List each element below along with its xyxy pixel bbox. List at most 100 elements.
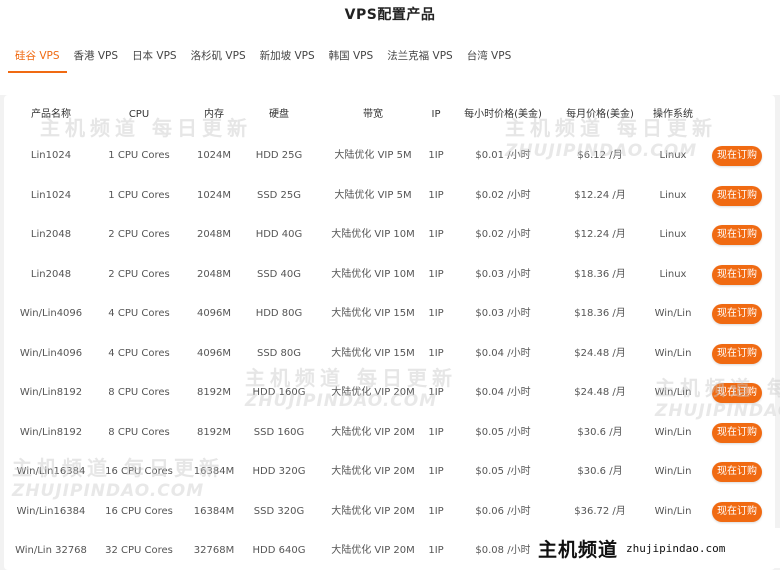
disk-cell: SSD 160G	[253, 426, 305, 438]
product-name-cell: Win/Lin16384	[16, 505, 86, 517]
column-header: 带宽	[363, 109, 383, 120]
order-now-button[interactable]: 现在订购	[712, 264, 762, 285]
column-header: 硬盘	[269, 109, 289, 120]
disk-cell: HDD 160G	[252, 387, 306, 398]
monthly-price-cell: $18.36 /月	[574, 308, 626, 319]
order-now-button[interactable]: 现在订购	[712, 501, 762, 522]
disk-cell: HDD 640G	[252, 545, 306, 556]
os-cell: Win/Lin	[654, 347, 692, 359]
os-cell: Win/Lin	[654, 387, 692, 398]
os-cell: Linux	[659, 229, 687, 240]
os-cell: Linux	[659, 189, 687, 201]
bandwidth-cell: 大陆优化 VIP 20M	[331, 426, 415, 438]
bandwidth-cell: 大陆优化 VIP 15M	[331, 347, 415, 359]
cpu-cell: 1 CPU Cores	[108, 189, 170, 201]
disk-cell: HDD 320G	[252, 466, 306, 477]
ip-cell: 1IP	[428, 505, 444, 517]
os-cell: Win/Lin	[654, 426, 692, 438]
monthly-price-cell: $24.48 /月	[574, 387, 626, 398]
table-row: Win/Lin4096 4 CPU Cores 4096M HDD 80G 大陆优化 V…	[4, 304, 775, 324]
bandwidth-cell: 大陆优化 VIP 5M	[334, 150, 412, 161]
table-row: Lin1024 1 CPU Cores 1024M HDD 25G 大陆优化 VIP 5…	[4, 146, 775, 166]
bandwidth-cell: 大陆优化 VIP 20M	[331, 466, 415, 477]
ip-cell: 1IP	[428, 189, 444, 201]
ram-cell: 2048M	[196, 229, 232, 240]
table-row: Win/Lin16384 16 CPU Cores 16384M HDD 320G 大陆…	[4, 462, 775, 482]
table-row: Win/Lin4096 4 CPU Cores 4096M SSD 80G 大陆优化 V…	[4, 343, 775, 364]
ip-cell: 1IP	[428, 347, 444, 359]
product-name-cell: Win/Lin8192	[19, 426, 83, 438]
product-name-cell: Win/Lin4096	[19, 347, 83, 359]
ip-cell: 1IP	[428, 308, 444, 319]
hourly-price-cell: $0.03 /小时	[475, 308, 531, 319]
tab-region[interactable]: 法兰克福 VPS	[380, 46, 460, 73]
tab-region[interactable]: 硅谷 VPS	[8, 46, 67, 73]
disk-cell: HDD 40G	[255, 229, 303, 240]
monthly-price-cell: $18.36 /月	[574, 268, 626, 280]
os-cell: Linux	[659, 268, 687, 280]
monthly-price-cell: $24.48 /月	[574, 347, 626, 359]
order-now-button[interactable]: 现在订购	[712, 462, 762, 482]
tab-region[interactable]: 日本 VPS	[125, 46, 184, 73]
table-row: Win/Lin8192 8 CPU Cores 8192M SSD 160G 大陆优化 …	[4, 422, 775, 443]
ram-cell: 1024M	[196, 189, 232, 201]
hourly-price-cell: $0.04 /小时	[475, 387, 531, 398]
table-row: Lin2048 2 CPU Cores 2048M HDD 40G 大陆优化 VIP 1…	[4, 225, 775, 245]
order-now-button[interactable]: 现在订购	[712, 146, 762, 166]
disk-cell: SSD 25G	[256, 189, 302, 201]
bandwidth-cell: 大陆优化 VIP 10M	[331, 229, 415, 240]
hourly-price-cell: $0.06 /小时	[475, 505, 531, 517]
order-now-button[interactable]: 现在订购	[712, 225, 762, 245]
tab-region[interactable]: 台湾 VPS	[460, 46, 519, 73]
hourly-price-cell: $0.03 /小时	[475, 268, 531, 280]
disk-cell: SSD 320G	[253, 505, 305, 517]
ip-cell: 1IP	[428, 545, 444, 556]
cpu-cell: 1 CPU Cores	[108, 150, 170, 161]
header: VPS配置产品 硅谷 VPS 香港 VPS 日本 VPS 洛杉矶 VPS 新加坡 VPS…	[0, 0, 780, 95]
tab-region[interactable]: 新加坡 VPS	[253, 46, 322, 73]
tab-region[interactable]: 洛杉矶 VPS	[184, 46, 253, 73]
column-header: 每月价格(美金)	[566, 109, 634, 120]
tab-region[interactable]: 香港 VPS	[67, 46, 126, 73]
monthly-price-cell: $12.24 /月	[574, 189, 626, 201]
ram-cell: 32768M	[193, 545, 235, 556]
ram-cell: 2048M	[196, 268, 232, 280]
hourly-price-cell: $0.02 /小时	[475, 189, 531, 201]
bandwidth-cell: 大陆优化 VIP 10M	[331, 268, 415, 280]
brand-badge: 主机频道 zhujipindao.com	[530, 528, 780, 568]
product-name-cell: Lin1024	[30, 150, 72, 161]
table-row: Lin1024 1 CPU Cores 1024M SSD 25G 大陆优化 VIP 5…	[4, 185, 775, 206]
cpu-cell: 8 CPU Cores	[108, 387, 170, 398]
cpu-cell: 4 CPU Cores	[108, 347, 170, 359]
order-now-button[interactable]: 现在订购	[712, 383, 762, 403]
tab-region[interactable]: 韩国 VPS	[322, 46, 381, 73]
ip-cell: 1IP	[428, 150, 444, 161]
column-header: IP	[431, 109, 441, 120]
order-now-button[interactable]: 现在订购	[712, 304, 762, 324]
monthly-price-cell: $30.6 /月	[577, 426, 623, 438]
product-name-cell: Win/Lin16384	[16, 466, 86, 477]
bandwidth-cell: 大陆优化 VIP 20M	[331, 505, 415, 517]
monthly-price-cell: $36.72 /月	[574, 505, 626, 517]
page-title: VPS配置产品	[344, 7, 436, 23]
hourly-price-cell: $0.08 /小时	[475, 545, 531, 556]
order-now-button[interactable]: 现在订购	[712, 422, 762, 443]
ram-cell: 4096M	[196, 347, 232, 359]
region-tabs: 硅谷 VPS 香港 VPS 日本 VPS 洛杉矶 VPS 新加坡 VPS 韩国 VPS 法兰…	[8, 46, 518, 73]
order-now-button[interactable]: 现在订购	[712, 185, 762, 206]
product-table: 产品名称 CPU 内存 硬盘 带宽 IP 每小时价格(美金) 每月价格(美金) 操作系统 Lin…	[4, 95, 775, 570]
hourly-price-cell: $0.05 /小时	[475, 426, 531, 438]
ram-cell: 4096M	[196, 308, 232, 319]
monthly-price-cell: $6.12 /月	[577, 150, 623, 161]
disk-cell: HDD 25G	[255, 150, 303, 161]
ip-cell: 1IP	[428, 387, 444, 398]
column-header: 内存	[204, 109, 224, 120]
os-cell: Win/Lin	[654, 308, 692, 319]
column-header: 操作系统	[653, 109, 693, 120]
ram-cell: 1024M	[196, 150, 232, 161]
cpu-cell: 2 CPU Cores	[108, 229, 170, 240]
brand-name: 主机频道	[538, 538, 619, 561]
order-now-button[interactable]: 现在订购	[712, 343, 762, 364]
product-name-cell: Win/Lin 32768	[15, 545, 87, 556]
brand-url: zhujipindao.com	[626, 541, 726, 555]
